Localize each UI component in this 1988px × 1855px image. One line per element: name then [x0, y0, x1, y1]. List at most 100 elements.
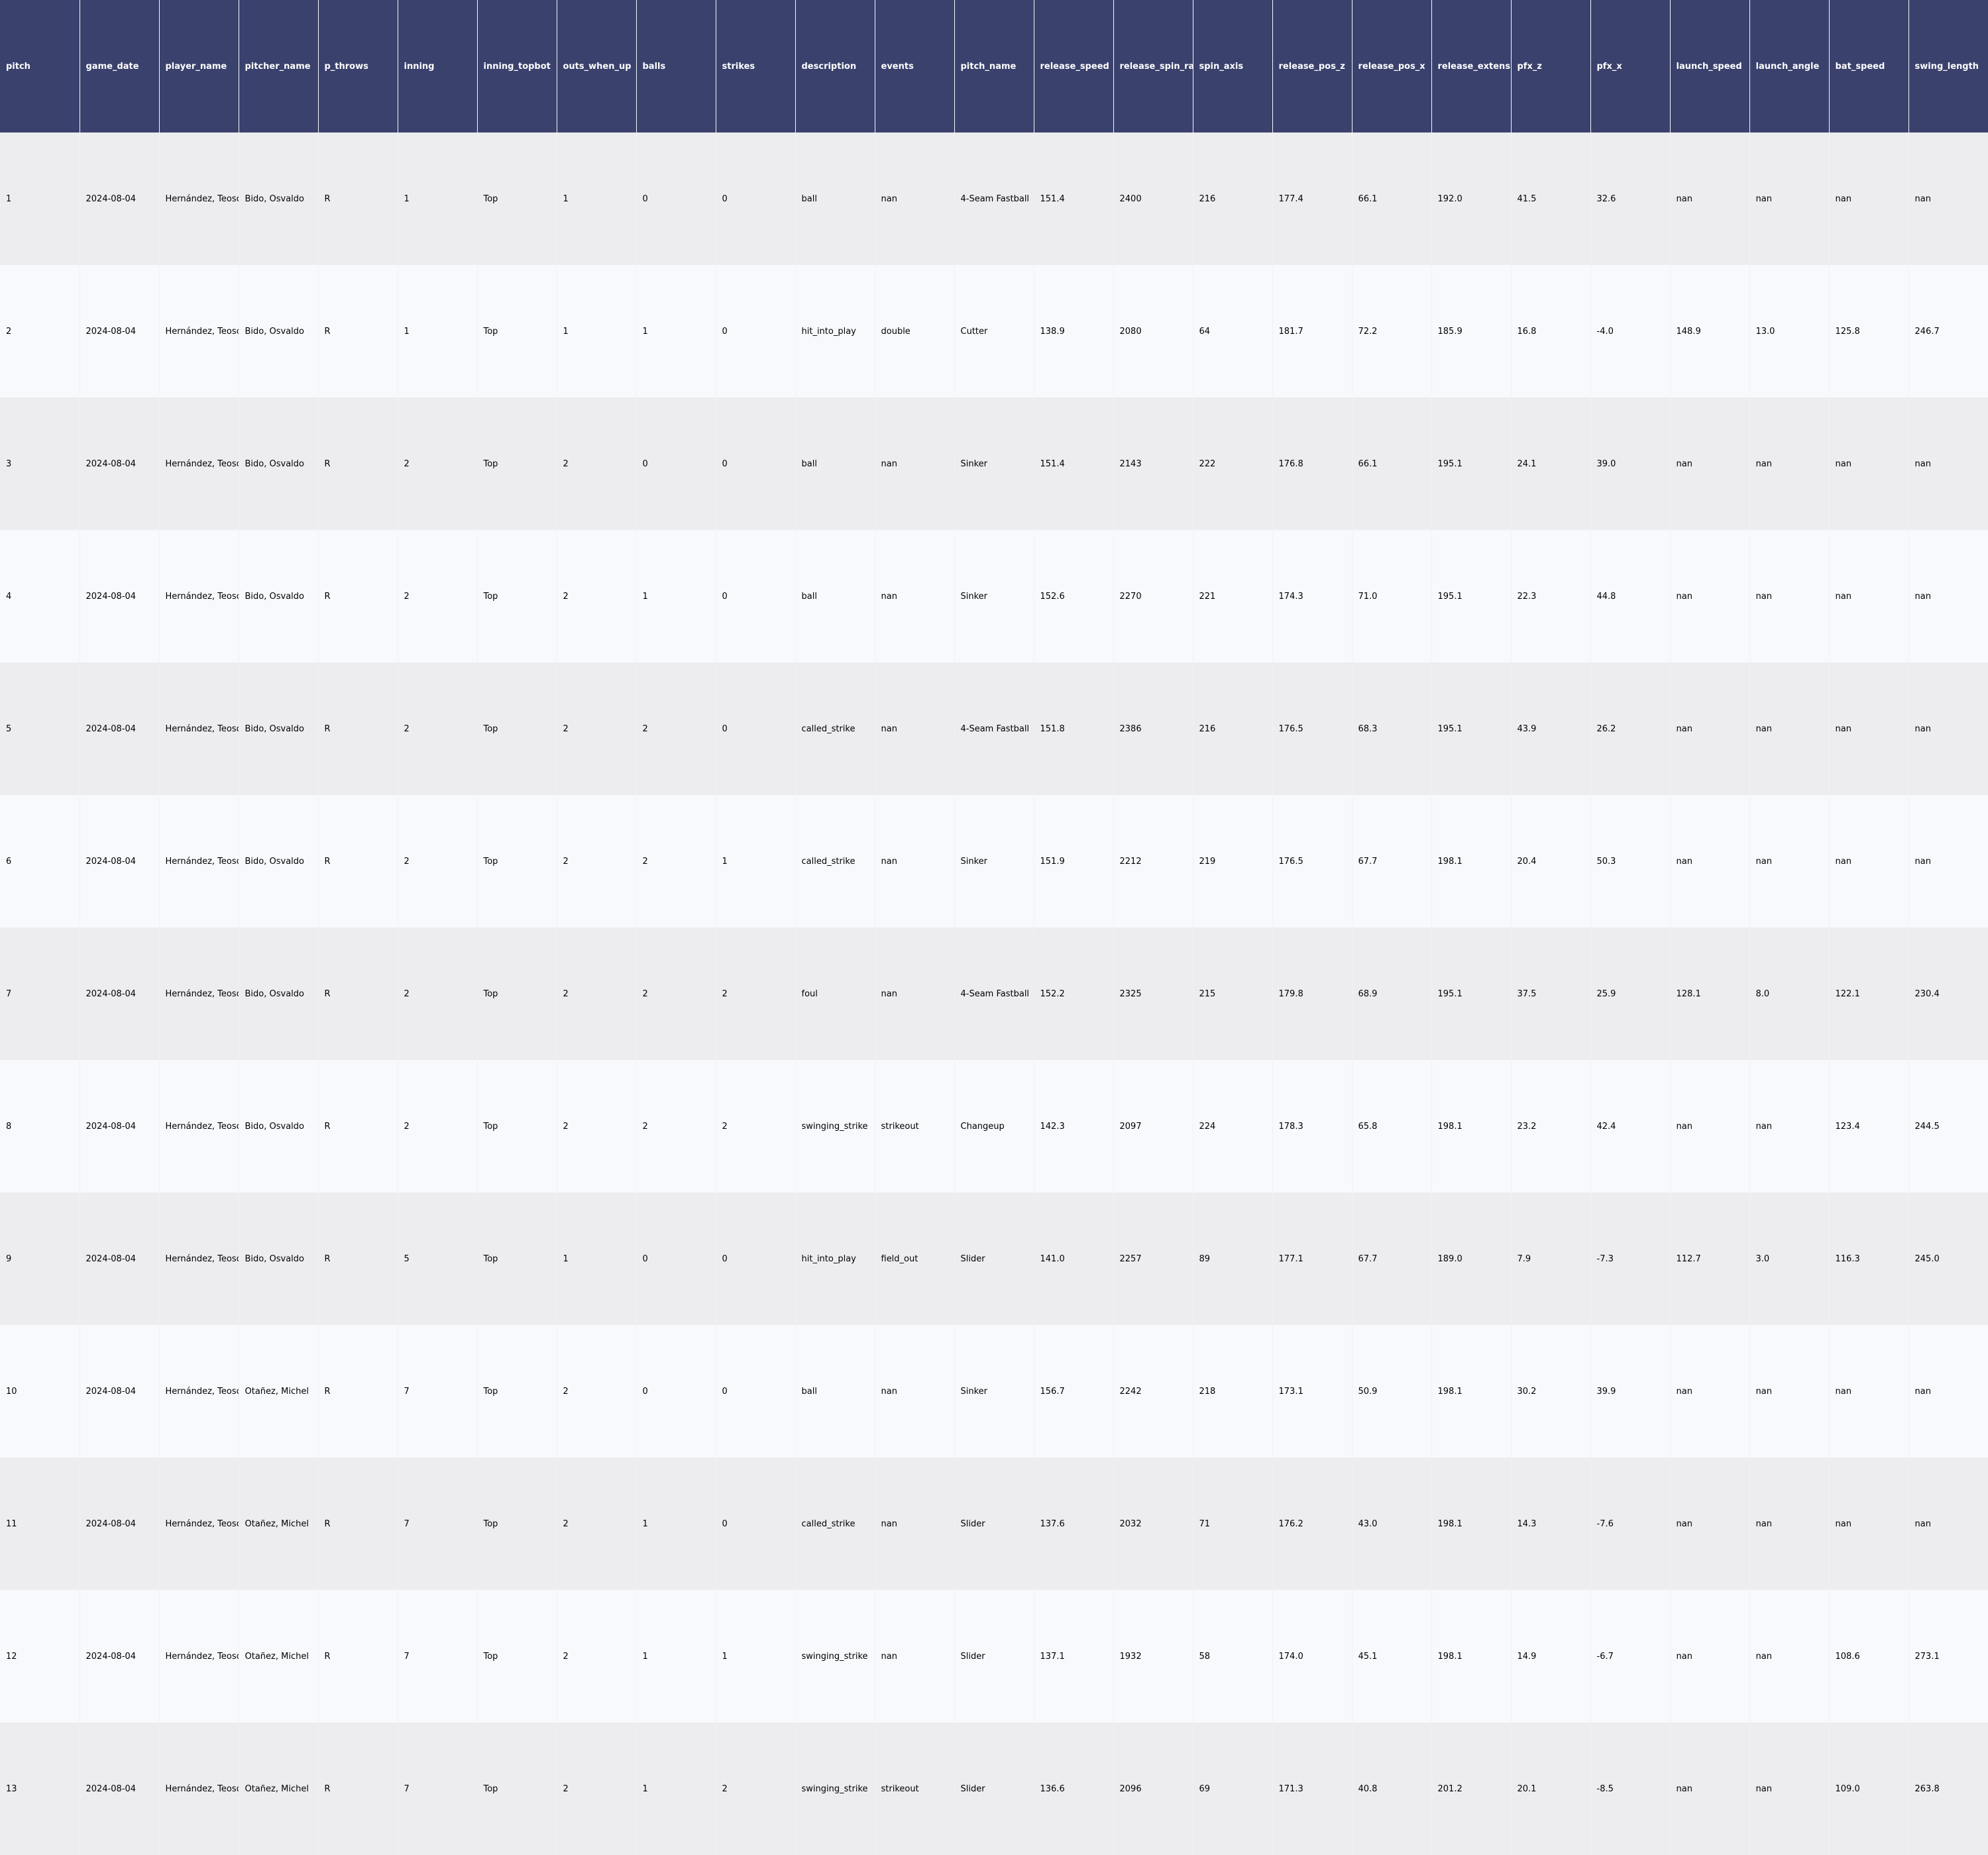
table-cell-outs-when-up: 2 [557, 795, 636, 928]
table-cell-launch-speed: 148.9 [1670, 265, 1749, 398]
table-cell-swing-length: 263.8 [1908, 1722, 1988, 1855]
table-cell-inning-topbot: Top [477, 795, 557, 928]
table-cell-spin-axis: 64 [1193, 265, 1272, 398]
column-header-pitcher-name: pitcher_name [239, 0, 319, 132]
table-cell-game-date: 2024-08-04 [80, 662, 159, 795]
table-cell-release-pos-x: 50.9 [1352, 1325, 1431, 1458]
table-cell-release-spin-rate: 2096 [1113, 1722, 1193, 1855]
table-cell-balls: 0 [636, 1192, 716, 1325]
table-cell-inning: 2 [398, 928, 477, 1060]
table-cell-swing-length: 246.7 [1908, 265, 1988, 398]
table-cell-release-speed: 151.9 [1034, 795, 1113, 928]
table-cell-pitcher-name: Otañez, Michel [239, 1325, 318, 1458]
table-cell-release-spin-rate: 2400 [1113, 132, 1193, 265]
table-cell-events: nan [875, 1458, 954, 1590]
table-cell-inning-topbot: Top [477, 1722, 557, 1855]
table-cell-release-pos-x: 71.0 [1352, 530, 1431, 662]
table-cell-balls: 2 [636, 795, 716, 928]
table-cell-p-throws: R [318, 1590, 398, 1722]
table-cell-strikes: 0 [716, 530, 795, 662]
table-cell-swing-length: 245.0 [1908, 1192, 1988, 1325]
table-cell-p-throws: R [318, 1722, 398, 1855]
table-cell-game-date: 2024-08-04 [80, 1192, 159, 1325]
table-row: 92024-08-04Hernández, TeoscarBido, Osval… [0, 1192, 1988, 1325]
table-cell-player-name: Hernández, Teoscar [159, 1325, 239, 1458]
column-header-release-extension: release_extension [1431, 0, 1512, 132]
table-cell-pitch: 9 [0, 1192, 80, 1325]
table-cell-pfx-x: 25.9 [1590, 928, 1670, 1060]
table-cell-outs-when-up: 2 [557, 530, 636, 662]
column-header-outs-when-up: outs_when_up [557, 0, 637, 132]
table-cell-pitch: 1 [0, 132, 80, 265]
table-cell-strikes: 0 [716, 1192, 795, 1325]
table-cell-release-pos-x: 65.8 [1352, 1060, 1431, 1192]
table-cell-p-throws: R [318, 1458, 398, 1590]
table-cell-inning: 7 [398, 1722, 477, 1855]
table-cell-player-name: Hernández, Teoscar [159, 1060, 239, 1192]
table-cell-pfx-z: 7.9 [1511, 1192, 1590, 1325]
table-cell-balls: 1 [636, 1722, 716, 1855]
table-cell-outs-when-up: 1 [557, 265, 636, 398]
table-cell-launch-angle: nan [1749, 1722, 1829, 1855]
table-cell-game-date: 2024-08-04 [80, 1590, 159, 1722]
table-cell-launch-angle: nan [1749, 530, 1829, 662]
table-cell-spin-axis: 221 [1193, 530, 1272, 662]
table-cell-release-extension: 198.1 [1431, 1590, 1511, 1722]
table-cell-pitch-name: Slider [954, 1192, 1034, 1325]
table-cell-pfx-z: 37.5 [1511, 928, 1590, 1060]
table-cell-release-spin-rate: 2097 [1113, 1060, 1193, 1192]
table-cell-swing-length: nan [1908, 530, 1988, 662]
column-header-pitch-name: pitch_name [954, 0, 1034, 132]
table-cell-release-spin-rate: 2143 [1113, 398, 1193, 530]
table-cell-release-pos-z: 171.3 [1272, 1722, 1352, 1855]
table-row: 72024-08-04Hernández, TeoscarBido, Osval… [0, 928, 1988, 1060]
table-cell-release-spin-rate: 2212 [1113, 795, 1193, 928]
table-cell-launch-angle: nan [1749, 1325, 1829, 1458]
table-cell-game-date: 2024-08-04 [80, 265, 159, 398]
table-cell-launch-speed: nan [1670, 662, 1749, 795]
table-cell-release-extension: 195.1 [1431, 398, 1511, 530]
table-cell-pitch-name: Slider [954, 1722, 1034, 1855]
column-header-pfx-z: pfx_z [1511, 0, 1591, 132]
table-cell-p-throws: R [318, 928, 398, 1060]
table-cell-release-spin-rate: 2080 [1113, 265, 1193, 398]
table-cell-balls: 0 [636, 132, 716, 265]
table-cell-release-extension: 195.1 [1431, 530, 1511, 662]
column-header-release-spin-rate: release_spin_rate [1113, 0, 1193, 132]
table-cell-pitch: 2 [0, 265, 80, 398]
table-cell-balls: 1 [636, 265, 716, 398]
table-cell-pfx-z: 16.8 [1511, 265, 1590, 398]
table-cell-player-name: Hernández, Teoscar [159, 1722, 239, 1855]
table-cell-spin-axis: 224 [1193, 1060, 1272, 1192]
table-cell-outs-when-up: 2 [557, 1458, 636, 1590]
table-cell-strikes: 0 [716, 1458, 795, 1590]
table-row: 62024-08-04Hernández, TeoscarBido, Osval… [0, 795, 1988, 928]
table-cell-release-speed: 137.1 [1034, 1590, 1113, 1722]
table-cell-bat-speed: 125.8 [1829, 265, 1908, 398]
column-header-pitch: pitch [0, 0, 80, 132]
table-cell-release-speed: 151.4 [1034, 398, 1113, 530]
table-cell-release-extension: 195.1 [1431, 662, 1511, 795]
table-cell-release-pos-z: 176.5 [1272, 795, 1352, 928]
table-cell-pfx-z: 22.3 [1511, 530, 1590, 662]
table-cell-player-name: Hernández, Teoscar [159, 265, 239, 398]
table-cell-pitcher-name: Bido, Osvaldo [239, 662, 318, 795]
table-cell-launch-angle: nan [1749, 662, 1829, 795]
table-cell-balls: 0 [636, 398, 716, 530]
table-cell-launch-speed: 128.1 [1670, 928, 1749, 1060]
table-cell-bat-speed: 116.3 [1829, 1192, 1908, 1325]
table-cell-release-speed: 137.6 [1034, 1458, 1113, 1590]
table-cell-release-speed: 141.0 [1034, 1192, 1113, 1325]
table-cell-outs-when-up: 2 [557, 662, 636, 795]
column-header-player-name: player_name [159, 0, 239, 132]
table-cell-pfx-x: -7.6 [1590, 1458, 1670, 1590]
table-cell-events: strikeout [875, 1060, 954, 1192]
table-cell-bat-speed: nan [1829, 1458, 1908, 1590]
table-cell-p-throws: R [318, 795, 398, 928]
table-cell-bat-speed: 108.6 [1829, 1590, 1908, 1722]
table-cell-release-speed: 151.4 [1034, 132, 1113, 265]
table-cell-pitch-name: 4-Seam Fastball [954, 132, 1034, 265]
column-header-inning-topbot: inning_topbot [477, 0, 557, 132]
table-cell-pitcher-name: Otañez, Michel [239, 1590, 318, 1722]
table-cell-p-throws: R [318, 530, 398, 662]
